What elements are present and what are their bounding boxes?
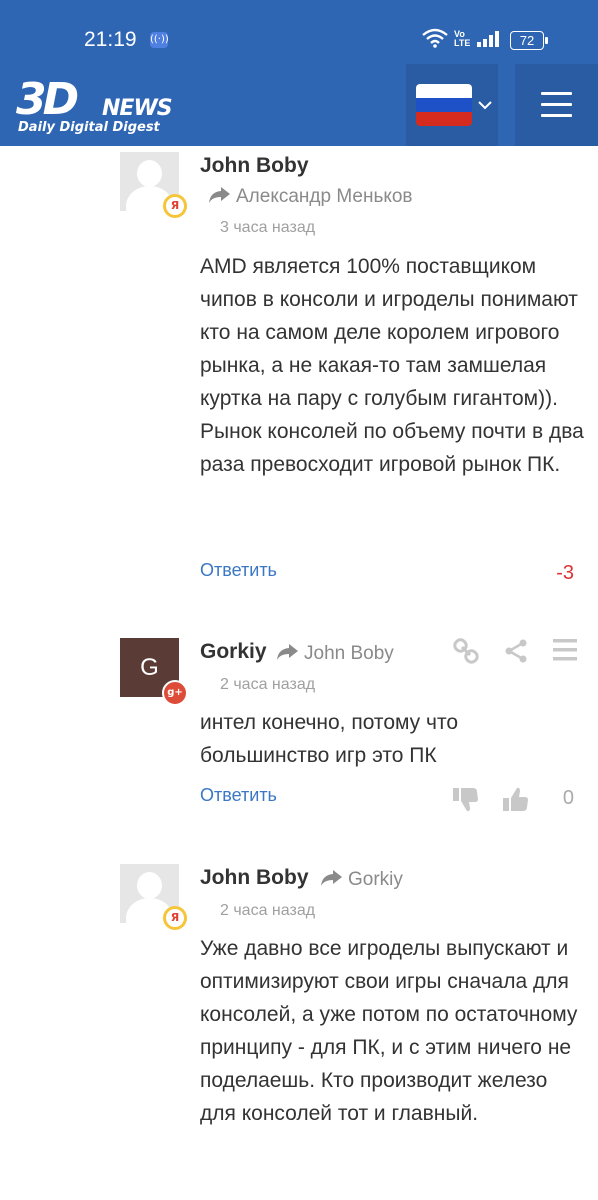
comment-score: 0 bbox=[562, 787, 574, 809]
reply-arrow-icon bbox=[277, 644, 298, 660]
comment-author[interactable]: Gorkiy bbox=[200, 640, 267, 664]
wifi-icon bbox=[422, 28, 448, 48]
logo-subtitle: Daily Digital Digest bbox=[18, 120, 160, 135]
comment-text: Уже давно все игроделы выпускают и оптим… bbox=[200, 937, 578, 1125]
site-header: 21:19 ((·)) Vo LTE 72 3D NEWS Daily Digi… bbox=[0, 0, 598, 146]
reply-to-link[interactable]: Александр Меньков bbox=[208, 186, 413, 208]
comment-timestamp: 2 часа назад bbox=[220, 902, 316, 919]
language-selector-button[interactable] bbox=[406, 64, 498, 146]
hamburger-menu-button[interactable] bbox=[515, 64, 598, 146]
comment-author[interactable]: John Boby bbox=[200, 154, 309, 178]
yandex-badge-icon: Я bbox=[163, 194, 187, 218]
status-bar: 21:19 ((·)) Vo LTE 72 bbox=[0, 0, 598, 64]
thumbs-up-icon[interactable] bbox=[503, 787, 529, 811]
link-icon[interactable] bbox=[453, 638, 479, 664]
comment-item: G g+ Gorkiy John Boby 2 часа назад интел… bbox=[0, 630, 598, 830]
comment-item: Я John Boby Александр Меньков 3 часа наз… bbox=[0, 146, 598, 606]
reply-to-link[interactable]: Gorkiy bbox=[320, 869, 403, 891]
comment-timestamp: 2 часа назад bbox=[220, 676, 316, 693]
volte-indicator: Vo LTE bbox=[454, 29, 471, 48]
menu-line-icon bbox=[541, 92, 572, 95]
comment-score: -3 bbox=[556, 562, 574, 584]
comment-author[interactable]: John Boby bbox=[200, 866, 309, 890]
reply-arrow-icon bbox=[209, 187, 230, 203]
menu-line-icon bbox=[541, 103, 572, 106]
site-logo[interactable]: 3D NEWS Daily Digital Digest bbox=[16, 78, 188, 136]
comment-timestamp: 3 часа назад bbox=[220, 219, 316, 236]
russia-flag-icon bbox=[416, 84, 472, 126]
chevron-down-icon bbox=[478, 101, 492, 110]
thumbs-down-icon[interactable] bbox=[453, 788, 479, 812]
reply-arrow-icon bbox=[321, 870, 342, 886]
battery-indicator: 72 bbox=[510, 31, 548, 50]
yandex-badge-icon: Я bbox=[163, 906, 187, 930]
logo-3d-text: 3D bbox=[16, 74, 79, 125]
logo-news-text: NEWS bbox=[102, 96, 173, 121]
menu-line-icon bbox=[541, 114, 572, 117]
more-menu-icon[interactable] bbox=[553, 639, 577, 661]
broadcast-icon: ((·)) bbox=[150, 32, 169, 48]
reply-button[interactable]: Ответить bbox=[200, 785, 277, 806]
comment-item: Я John Boby Gorkiy 2 часа назад Уже давн… bbox=[0, 856, 598, 1200]
google-plus-badge-icon: g+ bbox=[162, 680, 188, 706]
status-time: 21:19 bbox=[84, 28, 137, 51]
signal-icon bbox=[477, 31, 499, 47]
reply-button[interactable]: Ответить bbox=[200, 560, 277, 581]
reply-to-link[interactable]: John Boby bbox=[276, 643, 394, 665]
comment-text: интел конечно, потому что большинство иг… bbox=[200, 711, 459, 767]
share-icon[interactable] bbox=[504, 639, 528, 663]
comment-text: AMD является 100% поставщиком чипов в ко… bbox=[200, 255, 584, 476]
